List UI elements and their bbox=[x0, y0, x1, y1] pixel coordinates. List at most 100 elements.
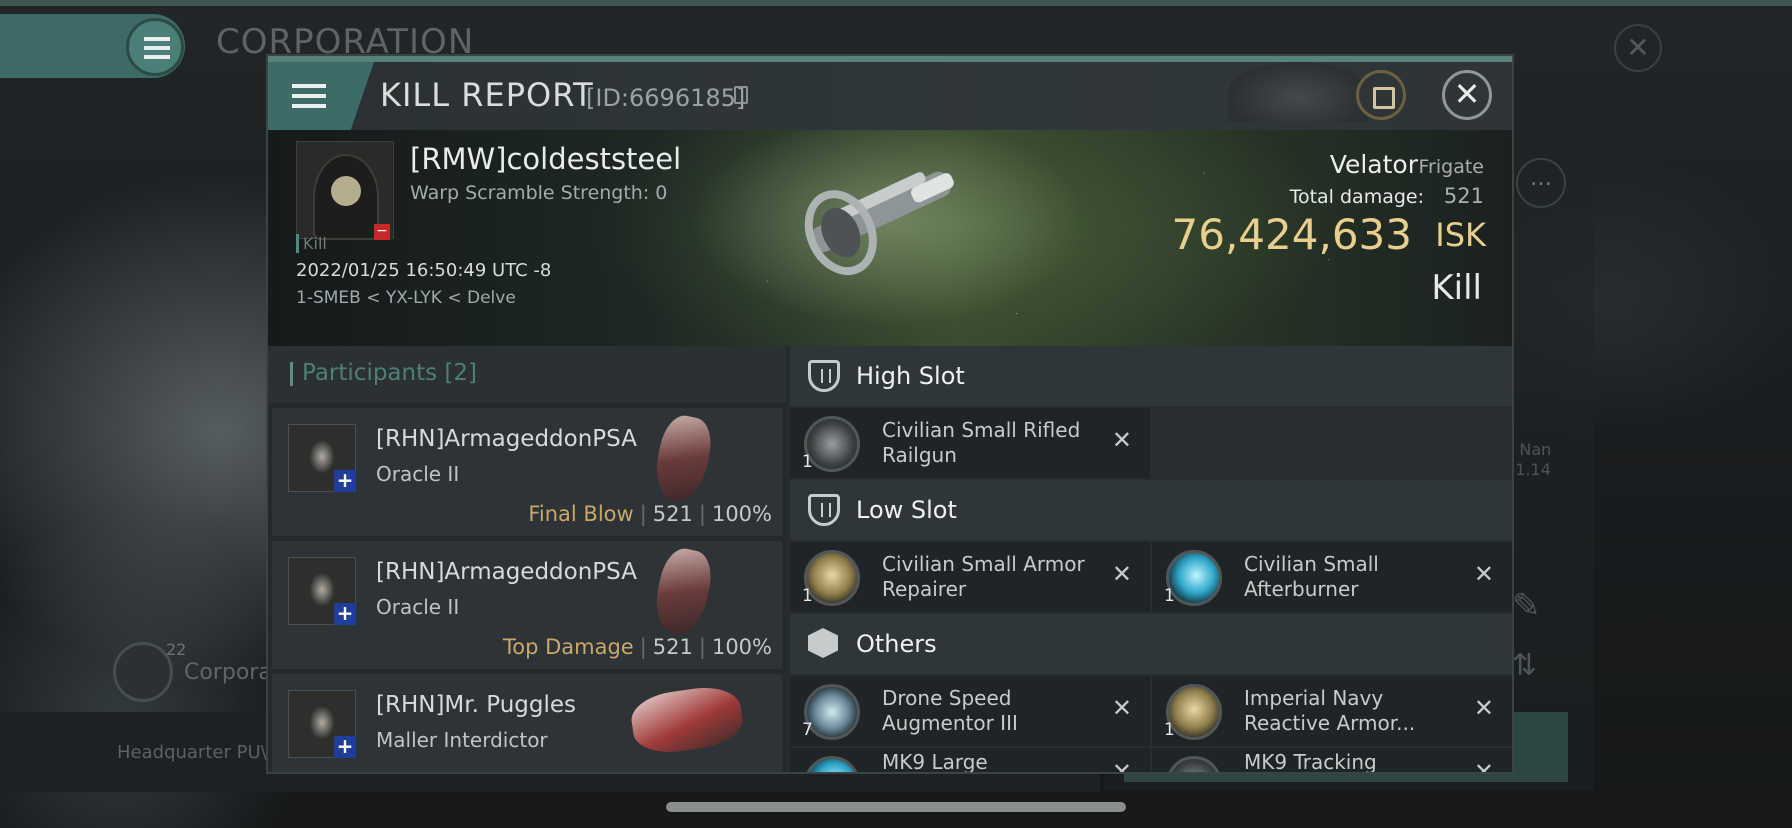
participant-ship-image bbox=[649, 544, 717, 640]
participant-name: [RHN]Mr. Puggles bbox=[376, 692, 577, 718]
mk9-large-icon bbox=[804, 756, 860, 772]
background-sort-icon[interactable]: ⇅ bbox=[1512, 648, 1537, 683]
participant-damage: 521 bbox=[652, 502, 693, 526]
isk-unit: ISK bbox=[1435, 216, 1486, 254]
participants-panel: Participants [2] + [RHN]ArmageddonPSA Or… bbox=[268, 346, 786, 772]
participant-ship: Oracle II bbox=[376, 595, 460, 619]
menu-icon bbox=[292, 84, 326, 88]
module-item[interactable]: 1 Imperial Navy Reactive Armor... ✕ bbox=[1152, 676, 1512, 746]
victim-ship-class: Frigate bbox=[1418, 156, 1484, 178]
victim-ship-name[interactable]: Velator bbox=[1330, 150, 1418, 179]
participant-percent: 100% bbox=[711, 635, 772, 659]
home-indicator[interactable] bbox=[666, 802, 1126, 812]
participant-stats: Top Damage | 521 | 100% bbox=[502, 635, 772, 659]
total-damage-label: Total damage: bbox=[1289, 186, 1424, 208]
module-name: MK9 Tracking bbox=[1244, 750, 1377, 774]
high-slot-header: High Slot bbox=[790, 346, 1512, 406]
share-icon[interactable] bbox=[1356, 70, 1406, 120]
module-item[interactable]: 1 Civilian Small Rifled Railgun ✕ bbox=[790, 408, 1150, 478]
mk9-tracking-icon bbox=[1166, 756, 1222, 772]
victim-summary: − [RMW]coldeststeel Warp Scramble Streng… bbox=[268, 130, 1512, 346]
high-slot-icon bbox=[808, 360, 840, 392]
background-edit-icon[interactable]: ✎ bbox=[1512, 586, 1541, 626]
module-name: Civilian Small Armor Repairer bbox=[882, 552, 1085, 601]
module-item[interactable]: MK9 Tracking ✕ bbox=[1152, 748, 1512, 774]
final-blow-tag: Final Blow bbox=[528, 502, 634, 526]
fitting-panel: High Slot 1 Civilian Small Rifled Railgu… bbox=[790, 346, 1512, 774]
participant-ship: Maller Interdictor bbox=[376, 728, 548, 752]
ally-badge: + bbox=[334, 470, 356, 492]
module-name: Imperial Navy Reactive Armor... bbox=[1244, 686, 1416, 735]
destroyed-icon: ✕ bbox=[1111, 694, 1132, 722]
background-close-icon[interactable]: ✕ bbox=[1614, 24, 1662, 72]
victim-name[interactable]: [RMW]coldeststeel bbox=[410, 142, 681, 176]
background-more-icon[interactable]: … bbox=[1516, 158, 1566, 208]
module-name: Drone Speed Augmentor III bbox=[882, 686, 1018, 735]
others-title: Others bbox=[856, 630, 937, 658]
background-menu-button[interactable] bbox=[126, 18, 184, 76]
destroyed-icon: ✕ bbox=[1111, 560, 1132, 588]
module-quantity: 1 bbox=[1164, 720, 1175, 740]
module-item[interactable]: 1 Civilian Small Afterburner ✕ bbox=[1152, 542, 1512, 612]
ally-badge: + bbox=[334, 603, 356, 625]
participant-row[interactable]: + [RHN]Mr. Puggles Maller Interdictor bbox=[272, 674, 782, 772]
background-corp-button[interactable] bbox=[113, 642, 173, 702]
kill-time: 2022/01/25 16:50:49 UTC -8 bbox=[296, 260, 552, 281]
warp-scramble-text: Warp Scramble Strength: 0 bbox=[410, 182, 668, 204]
kill-report-window: KILL REPORT [ID:6696185] ✕ − [RMW]coldes… bbox=[266, 54, 1514, 774]
low-slot-icon bbox=[808, 494, 840, 526]
copy-icon[interactable] bbox=[734, 86, 748, 104]
total-damage-value: 521 bbox=[1443, 184, 1484, 208]
destroyed-icon: ✕ bbox=[1111, 758, 1132, 774]
ally-badge: + bbox=[334, 736, 356, 758]
participant-name: [RHN]ArmageddonPSA bbox=[376, 426, 637, 452]
module-item[interactable]: 7 Drone Speed Augmentor III ✕ bbox=[790, 676, 1150, 746]
module-item[interactable]: MK9 Large ✕ bbox=[790, 748, 1150, 774]
destroyed-icon: ✕ bbox=[1473, 758, 1494, 774]
module-item[interactable]: 1 Civilian Small Armor Repairer ✕ bbox=[790, 542, 1150, 612]
low-slot-title: Low Slot bbox=[856, 496, 957, 524]
cube-icon bbox=[808, 628, 838, 658]
destroyed-icon: ✕ bbox=[1473, 694, 1494, 722]
destroyed-icon: ✕ bbox=[1473, 560, 1494, 588]
kill-tag: Kill bbox=[296, 234, 327, 253]
background-corp-label: Corpora bbox=[184, 660, 272, 685]
module-quantity: 1 bbox=[1164, 586, 1175, 606]
top-strip bbox=[0, 0, 1792, 6]
participant-row[interactable]: + [RHN]ArmageddonPSA Oracle II Top Damag… bbox=[272, 541, 782, 669]
victim-ship-image bbox=[804, 171, 954, 276]
background-hq-label: Headquarter PU\ bbox=[117, 742, 267, 763]
module-quantity: 7 bbox=[802, 720, 813, 740]
destroyed-icon: ✕ bbox=[1111, 426, 1132, 454]
participant-row[interactable]: + [RHN]ArmageddonPSA Oracle II Final Blo… bbox=[272, 408, 782, 536]
participant-stats: Final Blow | 521 | 100% bbox=[528, 502, 772, 526]
hostile-badge: − bbox=[374, 224, 390, 240]
participant-ship-image bbox=[628, 682, 746, 758]
top-damage-tag: Top Damage bbox=[502, 635, 634, 659]
others-header: Others bbox=[790, 614, 1512, 674]
module-name: Civilian Small Rifled Railgun bbox=[882, 418, 1081, 467]
participant-percent: 100% bbox=[711, 502, 772, 526]
result-label: Kill bbox=[1431, 268, 1482, 308]
participants-header: Participants [2] bbox=[268, 346, 786, 402]
menu-button[interactable] bbox=[268, 62, 374, 130]
background-corp-count: 22 bbox=[166, 640, 187, 659]
participant-name: [RHN]ArmageddonPSA bbox=[376, 559, 637, 585]
participant-ship-image bbox=[649, 411, 717, 507]
kill-report-header: KILL REPORT [ID:6696185] ✕ bbox=[268, 62, 1512, 130]
participant-damage: 521 bbox=[652, 635, 693, 659]
low-slot-header: Low Slot bbox=[790, 480, 1512, 540]
module-name: MK9 Large bbox=[882, 750, 988, 774]
report-id: [ID:6696185] bbox=[586, 84, 746, 112]
module-quantity: 1 bbox=[802, 586, 813, 606]
close-button[interactable]: ✕ bbox=[1442, 70, 1492, 120]
participant-ship: Oracle II bbox=[376, 462, 460, 486]
kill-location[interactable]: 1-SMEB < YX-LYK < Delve bbox=[296, 288, 516, 308]
window-title: KILL REPORT bbox=[380, 76, 594, 114]
header-decoration bbox=[1228, 62, 1368, 122]
module-quantity: 1 bbox=[802, 452, 813, 472]
high-slot-title: High Slot bbox=[856, 362, 965, 390]
participants-title: Participants [2] bbox=[302, 360, 477, 386]
isk-value: 76,424,633 bbox=[1171, 210, 1412, 259]
module-name: Civilian Small Afterburner bbox=[1244, 552, 1379, 601]
